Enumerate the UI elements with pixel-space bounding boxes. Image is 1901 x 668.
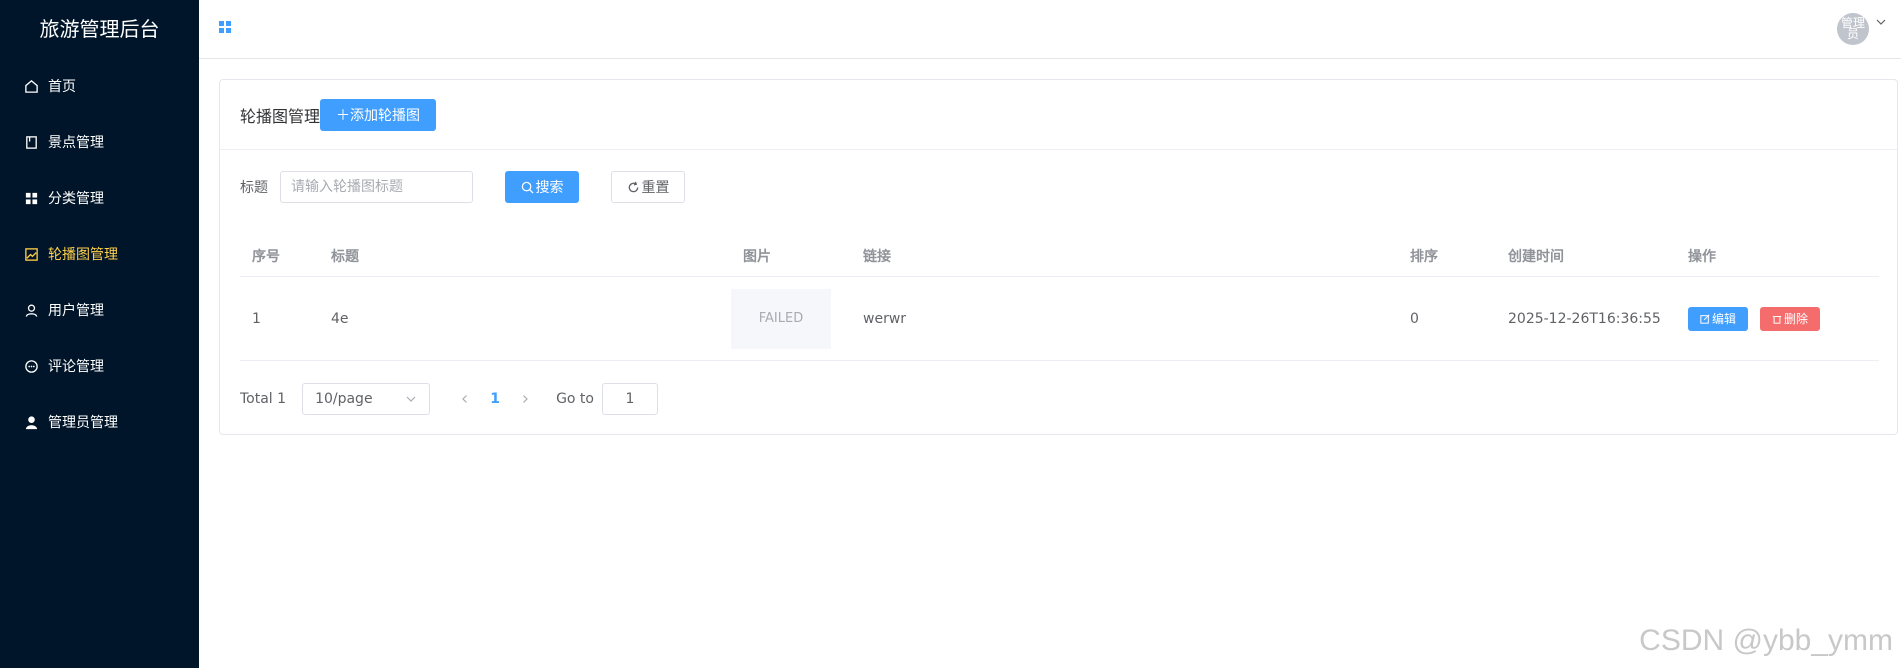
row-link: werwr (863, 310, 907, 327)
title-search-input[interactable] (280, 171, 473, 203)
picture-icon (22, 245, 40, 263)
edit-button[interactable]: 编辑 (1688, 306, 1748, 331)
sidebar-item-label: 评论管理 (48, 359, 104, 375)
user-filled-icon (22, 413, 40, 431)
sidebar-item-label: 首页 (48, 79, 76, 95)
row-sort: 0 (1410, 310, 1419, 327)
add-carousel-button[interactable]: ＋添加轮播图 (320, 98, 437, 131)
sidebar-menu: 首页 景点管理 分类管理 轮播图管理 用户管理 评论管理 管理员管理 (0, 58, 199, 450)
prev-page-button[interactable] (450, 384, 480, 414)
card-header: 轮播图管理 ＋添加轮播图 (220, 80, 1897, 150)
title-filter-label: 标题 (240, 180, 268, 196)
sidebar-item-label: 景点管理 (48, 135, 104, 151)
chevron-down-icon[interactable] (1875, 16, 1887, 28)
column-header-index[interactable]: 序号 (240, 246, 319, 266)
chevron-down-icon (406, 396, 416, 402)
user-icon (22, 301, 40, 319)
sidebar-item-label: 轮播图管理 (48, 247, 118, 263)
next-page-button[interactable] (510, 384, 540, 414)
reset-button[interactable]: 重置 (611, 171, 685, 203)
sidebar-item-users[interactable]: 用户管理 (0, 282, 199, 338)
column-header-sort[interactable]: 排序 (1398, 246, 1496, 266)
table-header: 序号 标题 图片 链接 排序 创建时间 操作 (240, 235, 1879, 277)
sidebar-item-label: 用户管理 (48, 303, 104, 319)
pagination-total: Total 1 (240, 391, 287, 407)
sidebar: 旅游管理后台 首页 景点管理 分类管理 轮播图管理 用户管理 评论管理 管理员管… (0, 0, 199, 668)
house-icon (22, 77, 40, 95)
chevron-right-icon (523, 395, 528, 403)
search-icon (521, 181, 534, 194)
app-title: 旅游管理后台 (39, 17, 160, 41)
column-header-actions: 操作 (1688, 248, 1716, 265)
grid-icon (22, 189, 40, 207)
search-button[interactable]: 搜索 (505, 171, 579, 203)
trash-icon (1772, 315, 1782, 324)
reset-button-label: 重置 (641, 180, 670, 196)
page-size-value: 10/page (315, 391, 373, 407)
column-header-title[interactable]: 标题 (319, 246, 731, 266)
goto-label: Go to (556, 391, 594, 407)
row-image-cell: FAILED (731, 288, 851, 349)
sidebar-item-categories[interactable]: 分类管理 (0, 170, 199, 226)
page-number-1[interactable]: 1 (480, 384, 510, 414)
top-header: 管理员 (199, 0, 1901, 59)
column-header-image[interactable]: 图片 (731, 246, 851, 266)
carousel-card: 轮播图管理 ＋添加轮播图 标题 搜索 重置 序号 标题 图片 链接 排序 创建时… (219, 79, 1898, 435)
goto-page-input[interactable] (601, 383, 658, 415)
search-form: 标题 搜索 重置 (240, 170, 685, 204)
pagination: Total 1 10/page 1 Go to (240, 383, 658, 415)
search-button-label: 搜索 (535, 180, 564, 196)
delete-button-label: 删除 (1783, 312, 1808, 326)
avatar[interactable]: 管理员 (1837, 13, 1869, 45)
sidebar-item-admins[interactable]: 管理员管理 (0, 394, 199, 450)
delete-button[interactable]: 删除 (1760, 306, 1820, 331)
sidebar-item-carousel[interactable]: 轮播图管理 (0, 226, 199, 282)
edit-icon (1700, 313, 1710, 324)
refresh-icon (628, 181, 638, 192)
row-title: 4e (331, 310, 349, 327)
menu-toggle-icon[interactable] (219, 21, 233, 35)
table-row: 1 4e FAILED werwr 0 2025-12-26T16:36:55 … (240, 277, 1879, 361)
column-header-created[interactable]: 创建时间 (1496, 246, 1676, 266)
carousel-table: 序号 标题 图片 链接 排序 创建时间 操作 1 4e FAILED werwr… (240, 235, 1879, 361)
sidebar-item-home[interactable]: 首页 (0, 58, 199, 114)
carousel-image-failed[interactable]: FAILED (731, 288, 831, 349)
edit-button-label: 编辑 (1711, 312, 1736, 326)
row-index: 1 (252, 310, 261, 327)
column-header-link[interactable]: 链接 (851, 246, 1398, 266)
sidebar-item-label: 分类管理 (48, 191, 104, 207)
row-created-time: 2025-12-26T16:36:55 (1508, 310, 1661, 327)
page-size-select[interactable]: 10/page (302, 383, 431, 415)
chat-icon (22, 357, 40, 375)
sidebar-item-comments[interactable]: 评论管理 (0, 338, 199, 394)
watermark: CSDN @ybb_ymm (1639, 624, 1893, 657)
notebook-icon (22, 133, 40, 151)
page-title: 轮播图管理 (240, 106, 321, 126)
sidebar-item-attractions[interactable]: 景点管理 (0, 114, 199, 170)
chevron-left-icon (462, 395, 467, 403)
row-actions: 编辑 删除 (1676, 306, 1879, 331)
sidebar-item-label: 管理员管理 (48, 415, 118, 431)
